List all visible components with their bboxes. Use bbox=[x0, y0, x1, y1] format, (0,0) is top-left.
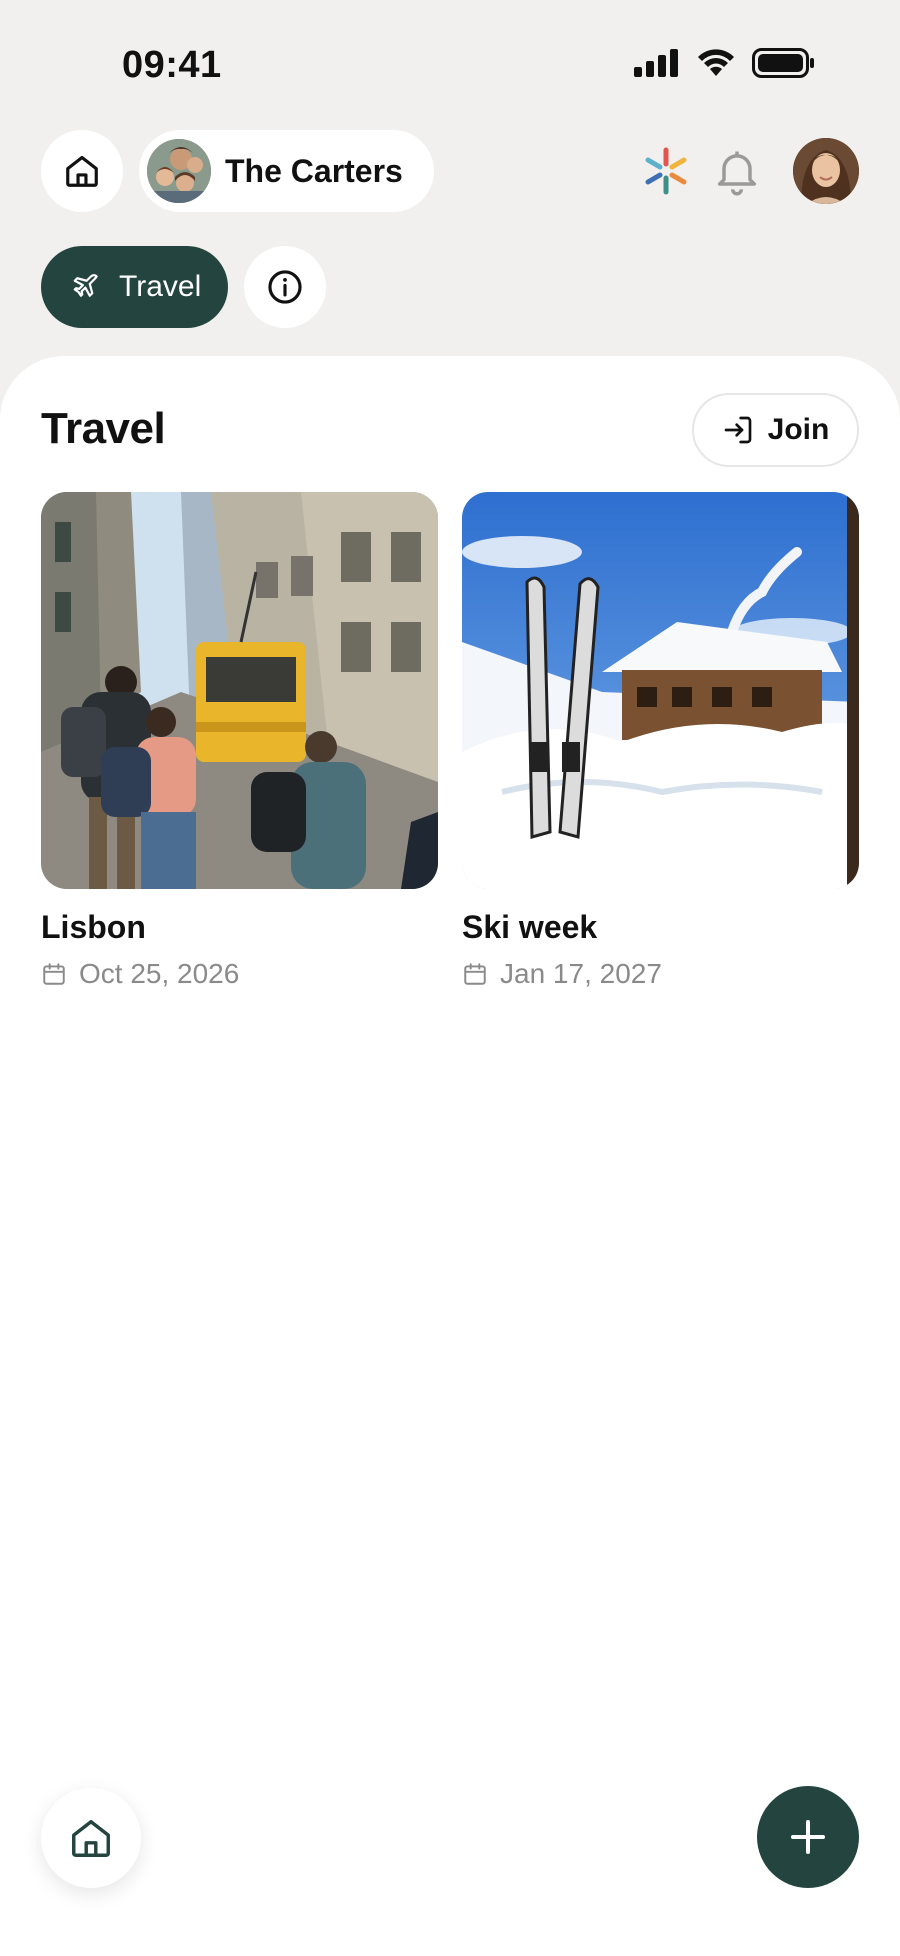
join-button[interactable]: Join bbox=[692, 393, 859, 467]
calendar-icon bbox=[464, 963, 486, 985]
trip-date: Oct 25, 2026 bbox=[41, 958, 438, 990]
plus-icon bbox=[791, 1820, 825, 1854]
battery-icon bbox=[752, 48, 814, 78]
trip-title: Ski week bbox=[462, 909, 598, 945]
wifi-icon bbox=[698, 49, 734, 76]
info-icon bbox=[268, 270, 302, 304]
family-name: The Carters bbox=[225, 152, 403, 189]
home-icon bbox=[72, 1819, 110, 1857]
sparkle-icon[interactable] bbox=[641, 146, 691, 196]
travel-chip-label: Travel bbox=[119, 270, 202, 303]
trip-title: Lisbon bbox=[41, 909, 146, 945]
section-title: Travel bbox=[41, 404, 166, 453]
trip-date-text: Oct 25, 2026 bbox=[79, 958, 240, 989]
app-screen: 09:41 The Carters Travel Travel Join Lis… bbox=[0, 0, 900, 1956]
travel-chip[interactable]: Travel bbox=[41, 246, 228, 328]
status-bar: 09:41 bbox=[0, 0, 900, 120]
home-icon bbox=[66, 155, 98, 187]
trip-photo-lisbon bbox=[41, 492, 438, 889]
trip-card-lisbon[interactable]: Lisbon Oct 25, 2026 bbox=[41, 492, 438, 990]
header: The Carters bbox=[41, 130, 859, 212]
cellular-signal-icon bbox=[634, 49, 678, 77]
airplane-icon bbox=[73, 274, 98, 297]
calendar-icon bbox=[43, 963, 65, 985]
info-button[interactable] bbox=[244, 246, 326, 328]
trip-photo-ski-week bbox=[462, 492, 859, 889]
trip-date-text: Jan 17, 2027 bbox=[500, 958, 662, 989]
content-sheet: Travel Join Lisbon Oct 25, 2026 Ski week… bbox=[0, 356, 900, 1956]
user-avatar[interactable] bbox=[793, 138, 859, 204]
status-time: 09:41 bbox=[122, 44, 222, 86]
bell-icon[interactable] bbox=[711, 144, 763, 198]
sign-in-icon bbox=[724, 416, 751, 444]
status-icons bbox=[634, 48, 816, 78]
trip-date: Jan 17, 2027 bbox=[462, 958, 859, 990]
add-button[interactable] bbox=[757, 1786, 859, 1888]
family-switcher[interactable]: The Carters bbox=[139, 130, 434, 212]
home-button[interactable] bbox=[41, 130, 123, 212]
trip-card-ski-week[interactable]: Ski week Jan 17, 2027 bbox=[462, 492, 859, 990]
join-label: Join bbox=[767, 413, 830, 446]
family-avatar bbox=[147, 139, 211, 203]
bottom-home-button[interactable] bbox=[41, 1788, 141, 1888]
